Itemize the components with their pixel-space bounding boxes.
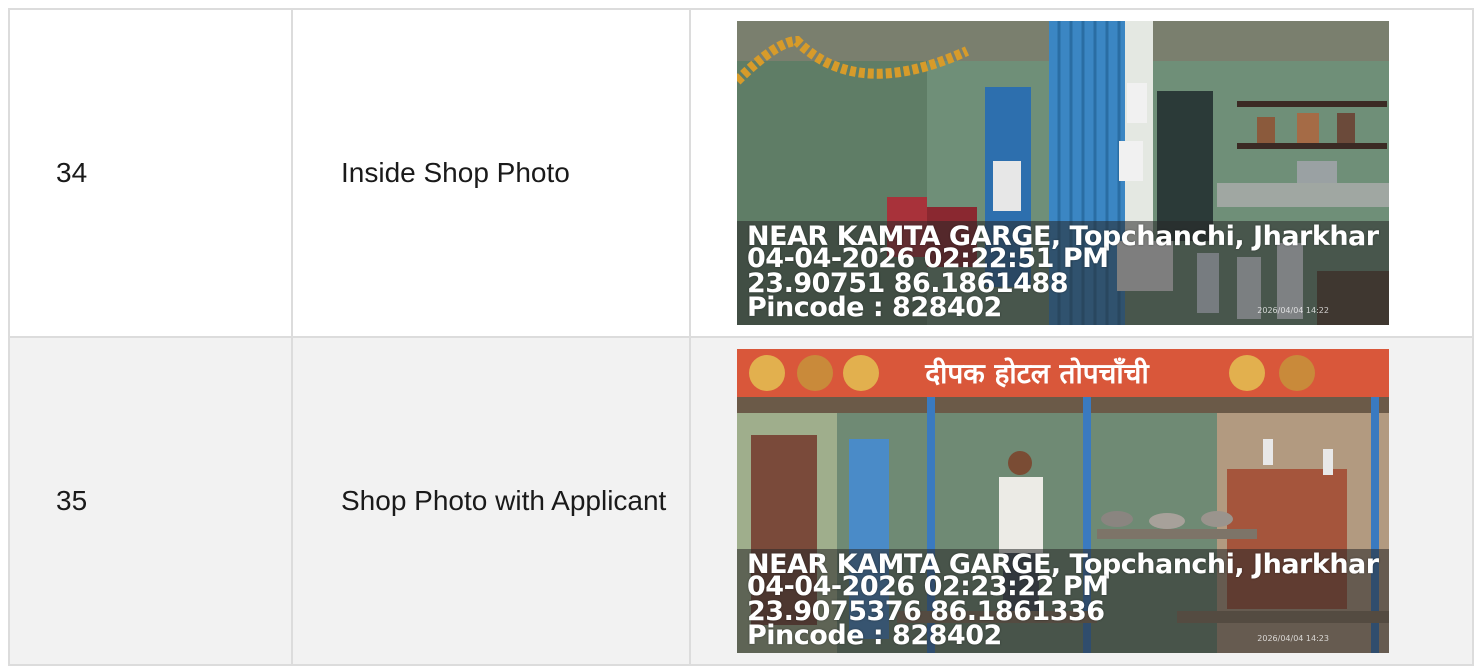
row-number: 35 xyxy=(8,336,293,666)
camera-timestamp: 2026/04/04 14:22 xyxy=(1257,306,1329,315)
geotag-pincode: Pincode : 828402 xyxy=(747,292,1002,323)
photo-label: Shop Photo with Applicant xyxy=(291,336,691,666)
photo-table: 34 Inside Shop Photo NEAR KAMTA GARGE, T… xyxy=(8,8,1474,666)
photo-cell: दीपक होटल तोपचाँची NEAR KAMTA GARGE, Top… xyxy=(689,336,1474,666)
photo-cell: NEAR KAMTA GARGE, Topchanchi, Jharkhar 0… xyxy=(689,8,1474,338)
geotag-pincode: Pincode : 828402 xyxy=(747,620,1002,651)
inside-shop-photo[interactable]: NEAR KAMTA GARGE, Topchanchi, Jharkhar 0… xyxy=(737,21,1389,325)
signboard-text: दीपक होटल तोपचाँची xyxy=(924,357,1150,390)
table-row: 35 Shop Photo with Applicant दीपक होटल त… xyxy=(8,336,1474,666)
table-row: 34 Inside Shop Photo NEAR KAMTA GARGE, T… xyxy=(8,8,1474,338)
camera-timestamp: 2026/04/04 14:23 xyxy=(1257,634,1329,643)
row-number: 34 xyxy=(8,8,293,338)
photo-label: Inside Shop Photo xyxy=(291,8,691,338)
shop-with-applicant-photo[interactable]: दीपक होटल तोपचाँची NEAR KAMTA GARGE, Top… xyxy=(737,349,1389,653)
